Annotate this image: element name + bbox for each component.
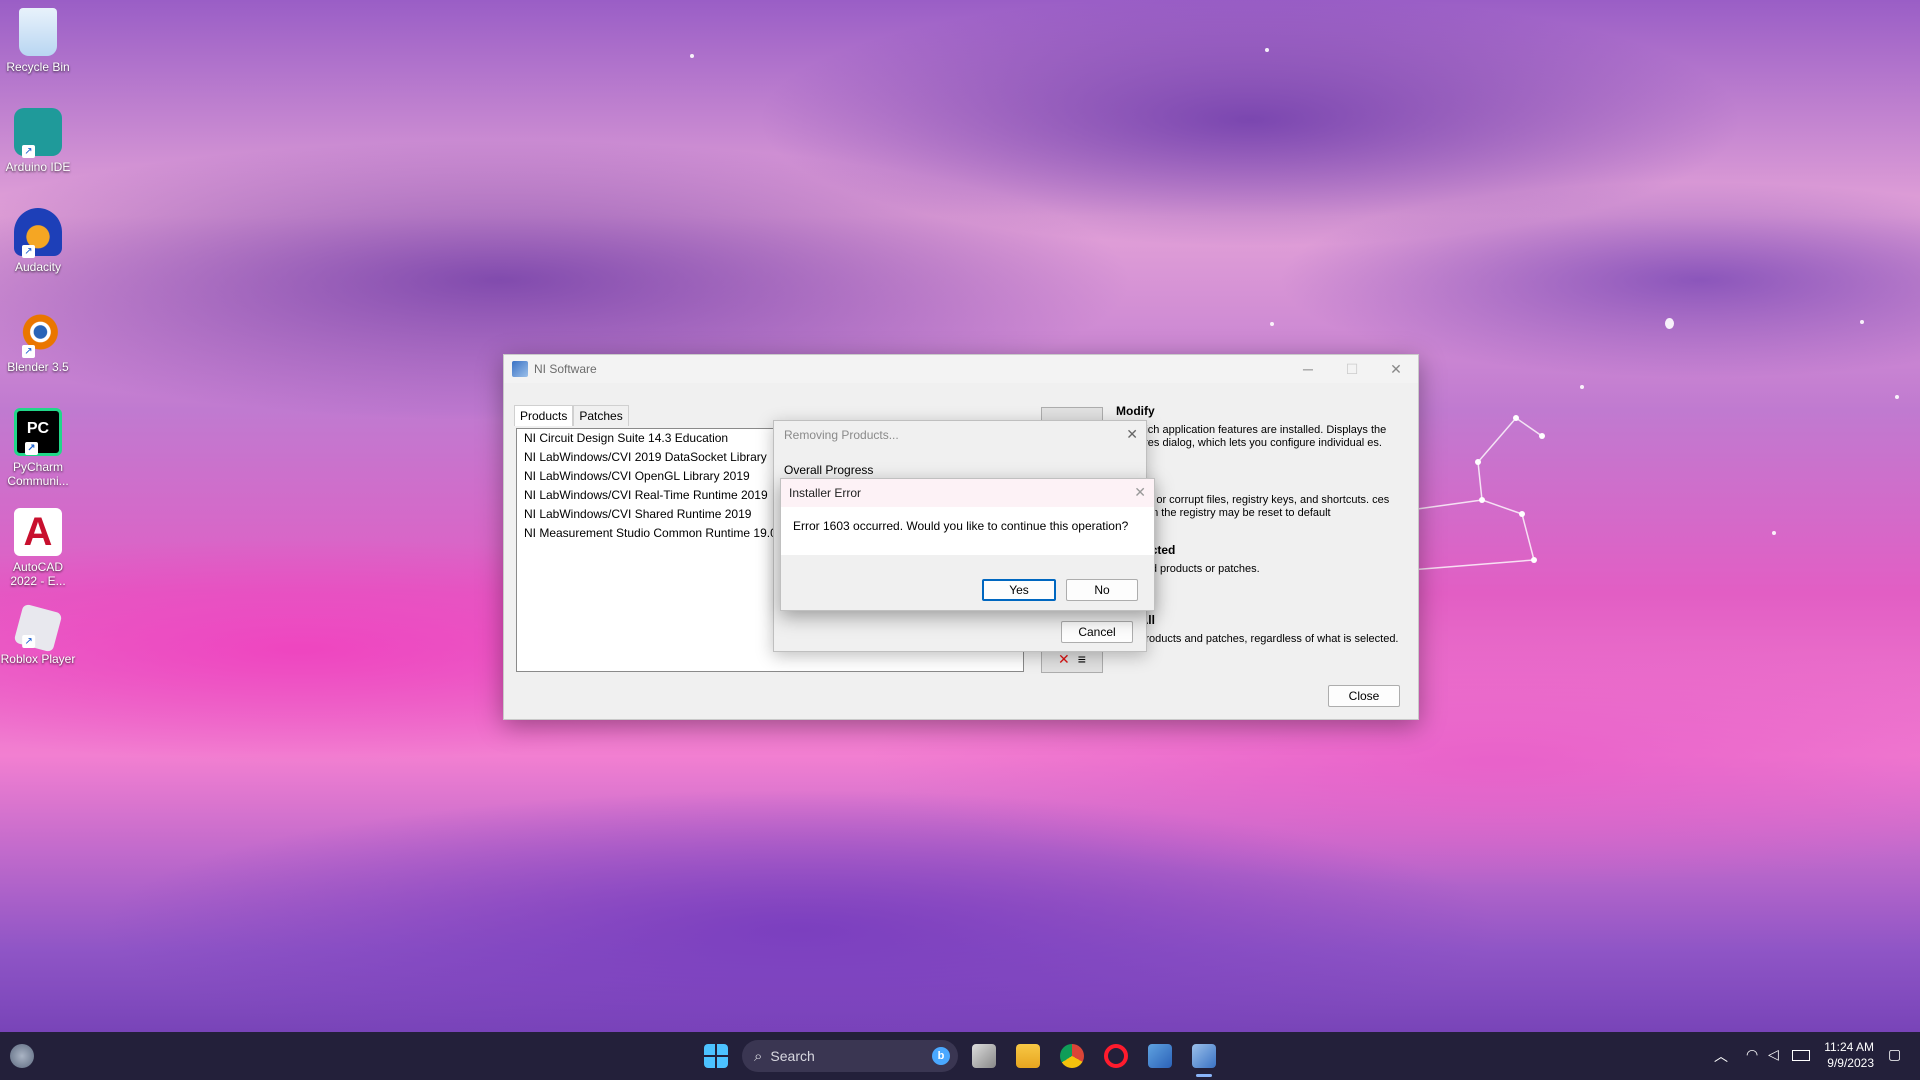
ni-installer-icon[interactable]: [1148, 1044, 1172, 1068]
shortcut-arrow-icon: ↗: [22, 635, 36, 649]
bing-icon: b: [932, 1047, 950, 1065]
yes-button[interactable]: Yes: [982, 579, 1056, 601]
tab-patches[interactable]: Patches: [573, 405, 629, 426]
file-explorer-icon[interactable]: [1016, 1044, 1040, 1068]
remove-all-description: e all products and patches, regardless o…: [1116, 633, 1399, 645]
recycle-bin-icon: [19, 8, 57, 56]
error-message: Error 1603 occurred. Would you like to c…: [793, 519, 1129, 533]
task-view-icon[interactable]: [972, 1044, 996, 1068]
desktop-icon-pycharm[interactable]: PC ↗ PyCharm Communi...: [0, 408, 76, 488]
shortcut-arrow-icon: ↗: [22, 245, 35, 258]
repair-description: missing or corrupt files, registry keys,…: [1116, 494, 1390, 519]
shortcut-arrow-icon: ↗: [25, 442, 38, 455]
desktop-icon-label: AutoCAD 2022 - E...: [10, 560, 66, 588]
taskbar: [0, 1032, 1920, 1080]
modify-section: Modify ge which application features are…: [1116, 405, 1406, 450]
opera-icon[interactable]: [1104, 1044, 1128, 1068]
chevron-up-icon[interactable]: ︿: [1714, 1046, 1728, 1066]
close-button[interactable]: Close: [1328, 685, 1400, 707]
shortcut-arrow-icon: ↗: [22, 145, 35, 158]
blender-icon: ↗: [14, 308, 62, 358]
desktop-icon-recycle-bin[interactable]: Recycle Bin: [0, 8, 76, 74]
window-titlebar[interactable]: NI Software: [504, 355, 1418, 383]
ni-software-taskbar-icon[interactable]: [1192, 1044, 1216, 1068]
taskbar-search[interactable]: ⌕ Search b: [742, 1040, 958, 1072]
remove-x-icon: ✕: [1058, 650, 1070, 667]
modify-description: ge which application features are instal…: [1116, 424, 1387, 449]
desktop-icon-audacity[interactable]: ↗ Audacity: [0, 208, 76, 274]
maximize-icon: ☐: [1345, 360, 1359, 377]
weather-icon[interactable]: [10, 1044, 34, 1068]
search-placeholder: Search: [770, 1048, 815, 1064]
close-icon[interactable]: ✕: [1126, 426, 1138, 443]
desktop-icon-label: Arduino IDE: [5, 160, 71, 174]
remove-selected-description: selected products or patches.: [1116, 563, 1260, 575]
autocad-icon: A: [14, 508, 62, 556]
notification-icon[interactable]: ▢: [1888, 1046, 1901, 1063]
list-lines-icon: ≡: [1077, 651, 1086, 667]
remove-selected-section: e Selected selected products or patches.: [1116, 544, 1406, 576]
chrome-icon[interactable]: [1060, 1044, 1084, 1068]
volume-icon[interactable]: ◁: [1768, 1046, 1779, 1063]
desktop-icon-label: Blender 3.5: [7, 360, 69, 374]
error-message-area: Error 1603 occurred. Would you like to c…: [781, 507, 1154, 555]
shortcut-arrow-icon: ↗: [22, 345, 35, 358]
tab-products[interactable]: Products: [514, 405, 574, 426]
close-icon[interactable]: ✕: [1374, 355, 1418, 383]
modify-heading: Modify: [1116, 404, 1155, 418]
audacity-icon: ↗: [14, 208, 62, 258]
remove-all-heading: ove All: [1116, 613, 1155, 627]
clock-time: 11:24 AM: [1824, 1040, 1874, 1054]
installer-error-dialog: Installer Error ✕ Error 1603 occurred. W…: [780, 478, 1155, 611]
cancel-button[interactable]: Cancel: [1061, 621, 1133, 643]
arduino-icon: ↗: [14, 108, 62, 158]
no-button[interactable]: No: [1066, 579, 1138, 601]
constellation-decoration: [1410, 415, 1545, 570]
error-dialog-title: Installer Error: [781, 479, 1154, 507]
clock-date: 9/9/2023: [1827, 1056, 1874, 1070]
desktop-icon-blender[interactable]: ↗ Blender 3.5: [0, 308, 76, 374]
overall-progress-label: Overall Progress: [784, 463, 874, 477]
window-title: NI Software: [534, 362, 597, 376]
remove-selected-heading: e Selected: [1116, 544, 1406, 557]
wifi-icon[interactable]: ◠: [1746, 1046, 1758, 1063]
minimize-icon[interactable]: ─: [1286, 355, 1330, 383]
desktop-icon-label: PyCharm Communi...: [7, 460, 69, 488]
desktop-icon-roblox[interactable]: ↗ Roblox Player: [0, 603, 76, 666]
search-icon: ⌕: [754, 1047, 763, 1065]
clock[interactable]: 11:24 AM 9/9/2023: [1808, 1040, 1874, 1070]
active-app-indicator: [1196, 1074, 1212, 1077]
desktop-icon-arduino-ide[interactable]: ↗ Arduino IDE: [0, 108, 76, 174]
ni-software-icon: [512, 361, 528, 377]
remove-all-section: ove All e all products and patches, rega…: [1116, 614, 1406, 646]
progress-dialog-title: Removing Products...: [784, 428, 899, 442]
close-icon[interactable]: ✕: [1134, 484, 1146, 501]
start-windows-icon[interactable]: [704, 1044, 728, 1068]
desktop-icon-label: Audacity: [14, 260, 62, 274]
desktop-icon-label: Recycle Bin: [6, 60, 70, 74]
pycharm-icon: PC ↗: [14, 408, 62, 456]
roblox-icon: ↗: [13, 603, 63, 653]
desktop-icon-label: Roblox Player: [0, 652, 76, 666]
desktop-icon-autocad[interactable]: A AutoCAD 2022 - E...: [0, 508, 76, 588]
